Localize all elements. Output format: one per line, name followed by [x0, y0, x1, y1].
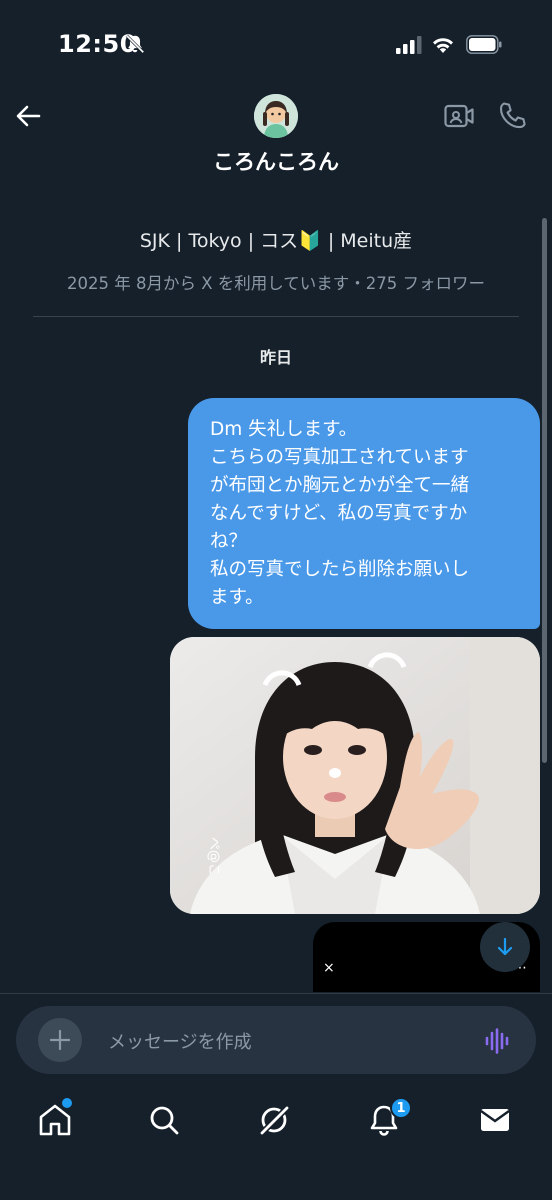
composer-area: メッセージを作成	[0, 993, 552, 1083]
contact-name[interactable]: ころんころん	[0, 146, 552, 176]
profile-bio: SJK | Tokyo | コス🔰 | Meitu産	[139, 230, 413, 252]
add-media-button[interactable]	[38, 1018, 82, 1062]
messages-icon[interactable]	[475, 1100, 515, 1140]
bottom-nav	[0, 1086, 552, 1156]
avatar[interactable]	[254, 94, 298, 138]
search-icon[interactable]	[144, 1100, 184, 1140]
message-line: ます。	[210, 587, 264, 608]
divider	[33, 316, 519, 317]
home-indicator	[207, 1178, 345, 1183]
photo-message[interactable]: ぺ@こ	[170, 637, 540, 914]
bell-off-icon	[125, 34, 145, 54]
scroll-down-button[interactable]	[480, 922, 530, 972]
message-bubble[interactable]: Dm 失礼します。 こちらの写真加工されています が布団とか胸元とかが全て一緒 …	[188, 398, 540, 629]
video-call-icon[interactable]	[444, 102, 474, 130]
photo-image: ぺ@こ	[170, 637, 540, 914]
message-line: なんですけど、私の写真ですか	[210, 503, 468, 524]
phone-call-icon[interactable]	[498, 100, 528, 130]
day-separator: 昨日	[259, 348, 292, 367]
scrollbar[interactable]	[542, 218, 547, 763]
status-bar: 12:50	[0, 0, 552, 90]
voice-message-icon[interactable]	[484, 1028, 512, 1054]
back-arrow-icon[interactable]	[12, 100, 44, 132]
message-line: Dm 失礼します。	[210, 419, 358, 440]
message-line: ね？	[210, 531, 248, 552]
cellular-signal-icon	[396, 36, 422, 54]
notification-badge: 1	[390, 1097, 412, 1119]
message-line: 私の写真でしたら削除お願いし	[210, 559, 470, 580]
photo-watermark: ぺ@こ	[206, 837, 221, 876]
wifi-icon	[433, 38, 453, 53]
plus-icon	[49, 1029, 71, 1051]
message-composer[interactable]: メッセージを作成	[16, 1006, 536, 1074]
close-icon[interactable]: ×	[323, 960, 335, 976]
grok-icon[interactable]	[254, 1100, 294, 1140]
battery-icon	[466, 35, 502, 54]
profile-meta: 2025 年 8月から X を利用しています・275 フォロワー	[66, 274, 485, 293]
avatar-emoji-icon	[254, 94, 298, 138]
message-line: こちらの写真加工されています	[210, 447, 469, 468]
message-input[interactable]: メッセージを作成	[108, 1028, 252, 1054]
arrow-down-icon	[497, 937, 513, 956]
message-line: が布団とか胸元とかが全て一緒	[210, 475, 470, 496]
home-unread-dot	[62, 1098, 72, 1108]
